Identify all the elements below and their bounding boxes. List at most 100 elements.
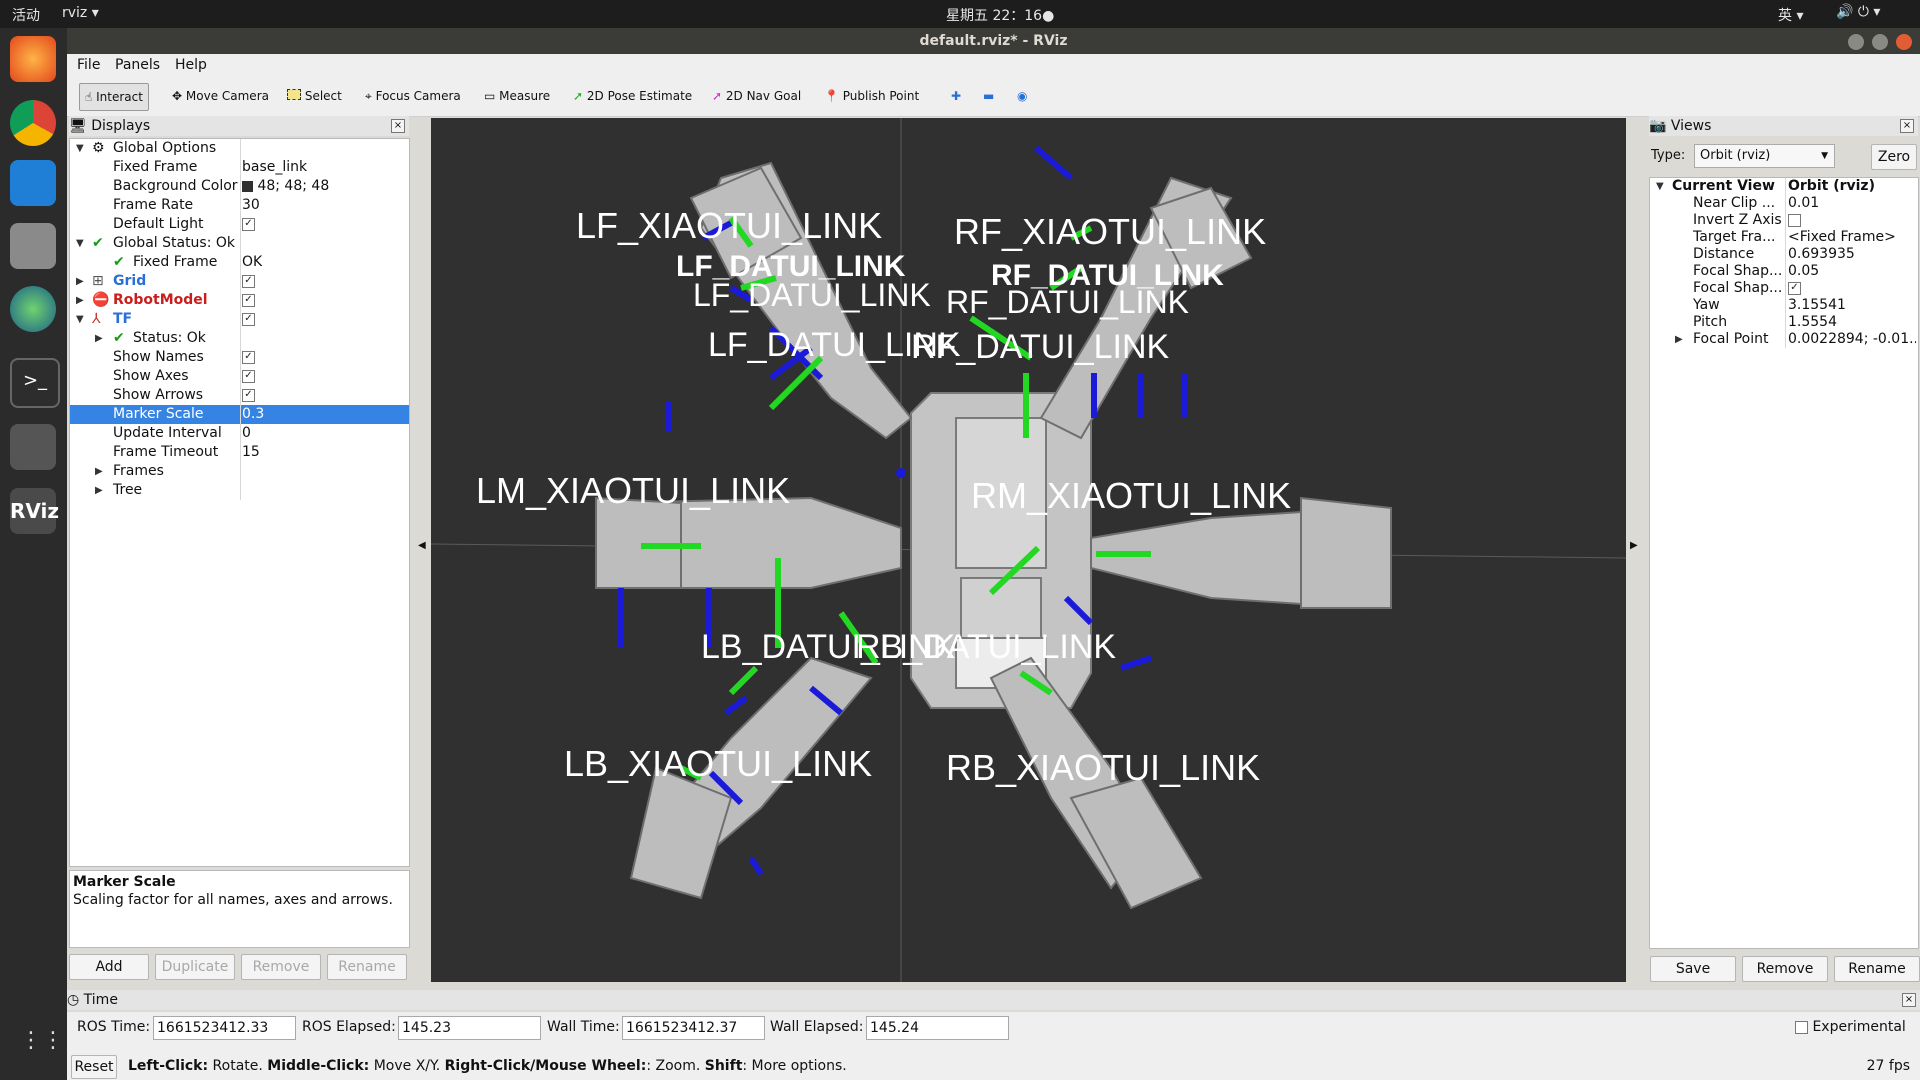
column-divider [240, 139, 241, 500]
close-button[interactable] [1896, 34, 1912, 50]
monitor-icon: 🖥 [69, 118, 87, 134]
toolbar: ☝ Interact ✥ Move Camera Select ⌖ Focus … [67, 78, 1920, 117]
mouse-hint: Left-Click: Rotate. Middle-Click: Move X… [128, 1058, 847, 1074]
select-tool[interactable]: Select [282, 83, 347, 109]
chevron-down-icon: ▼ [1821, 151, 1828, 161]
input-method[interactable]: 英 ▾ [1778, 5, 1803, 25]
default-light-checkbox[interactable]: ✓ [242, 217, 255, 231]
zero-button[interactable]: Zero [1871, 144, 1917, 170]
time-title: Time [83, 992, 118, 1008]
show-axes-checkbox[interactable]: ✓ [242, 369, 255, 383]
view-prop-focal-shape-fixed[interactable]: Focal Shap... ✓ [1650, 280, 1918, 297]
menu-panels[interactable]: Panels [115, 57, 160, 73]
move-camera-tool[interactable]: ✥ Move Camera [167, 83, 274, 109]
left-splitter-arrow[interactable]: ◀ [418, 540, 426, 551]
views-tree[interactable]: ▼ Current View Orbit (rviz) Near Clip ... 0… [1649, 177, 1919, 949]
minimize-button[interactable] [1848, 34, 1865, 50]
tool-properties-icon[interactable]: ◉ [1012, 83, 1032, 109]
displays-tree[interactable]: ▼ ⚙ Global Options Fixed Frame base_link Ba… [69, 138, 410, 867]
views-panel-header: 📷 Views × [1649, 116, 1918, 136]
right-splitter-arrow[interactable]: ▶ [1630, 540, 1638, 551]
blocked-app-icon[interactable] [10, 424, 56, 470]
tf-checkbox[interactable]: ✓ [242, 312, 255, 326]
base-origin [896, 468, 906, 478]
view-prop-invert-z[interactable]: Invert Z Axis [1650, 212, 1918, 229]
vscode-icon[interactable] [10, 160, 56, 206]
color-swatch[interactable] [242, 180, 253, 192]
focus-camera-tool[interactable]: ⌖ Focus Camera [360, 83, 466, 109]
robotmodel-checkbox[interactable]: ✓ [242, 293, 255, 307]
status-bar: Reset Left-Click: Rotate. Middle-Click: … [67, 1055, 1920, 1080]
tf-label-rb-xiaotui: RB_XIAOTUI_LINK [946, 747, 1260, 788]
add-display-button[interactable]: Add [69, 954, 149, 980]
ros-time-label: ROS Time: [77, 1019, 151, 1035]
time-close-button[interactable]: × [1902, 993, 1916, 1007]
terminal-icon[interactable]: >_ [10, 358, 60, 408]
rename-view-button[interactable]: Rename [1834, 956, 1920, 982]
remove-view-button[interactable]: Remove [1742, 956, 1828, 982]
view-prop-target-frame[interactable]: Target Fra... <Fixed Frame> [1650, 229, 1918, 246]
view-prop-focal-shape-size[interactable]: Focal Shap... 0.05 [1650, 263, 1918, 280]
clock[interactable]: 星期五 22：16● [946, 5, 1054, 25]
invert-z-checkbox[interactable] [1788, 213, 1801, 227]
show-names-checkbox[interactable]: ✓ [242, 350, 255, 364]
robot-scene: LF_XIAOTUI_LINK LF_DATUI_LINK LF_DATUI_L… [431, 118, 1626, 982]
nav-goal-tool[interactable]: ➚ 2D Nav Goal [707, 83, 806, 109]
ros-elapsed-field[interactable]: 145.23 [398, 1016, 541, 1040]
cursor-icon: ☝ [85, 90, 93, 104]
desc-title: Marker Scale [73, 874, 176, 890]
system-tray[interactable]: 🔊 ⏻ ▾ [1836, 4, 1880, 20]
show-arrows-checkbox[interactable]: ✓ [242, 388, 255, 402]
fps-readout: 27 fps [1866, 1058, 1910, 1074]
ros-time-field[interactable]: 1661523412.33 [153, 1016, 296, 1040]
view-prop-focal-point[interactable]: ▶ Focal Point 0.0022894; -0.01... [1650, 331, 1918, 348]
view-type-select[interactable]: Orbit (rviz) ▼ [1694, 144, 1835, 168]
tf-label-rf-datui-3: RF_DATUI_LINK [911, 328, 1170, 366]
reset-button[interactable]: Reset [71, 1055, 117, 1079]
wall-time-field[interactable]: 1661523412.37 [622, 1016, 765, 1040]
error-icon: ⛔ [92, 292, 110, 308]
property-description: Marker Scale Scaling factor for all name… [69, 870, 410, 948]
app-menu[interactable]: rviz ▾ [62, 5, 99, 21]
add-tool-icon[interactable]: ✚ [946, 83, 966, 109]
view-prop-yaw[interactable]: Yaw 3.15541 [1650, 297, 1918, 314]
experimental-toggle[interactable]: Experimental [1795, 1019, 1906, 1035]
wall-elapsed-field[interactable]: 145.24 [866, 1016, 1009, 1040]
interact-tool[interactable]: ☝ Interact [79, 83, 149, 111]
view-prop-distance[interactable]: Distance 0.693935 [1650, 246, 1918, 263]
view-prop-pitch[interactable]: Pitch 1.5554 [1650, 314, 1918, 331]
publish-point-tool[interactable]: 📍 Publish Point [819, 83, 924, 109]
menu-file[interactable]: File [77, 57, 100, 73]
tf-label-rf-xiaotui: RF_XIAOTUI_LINK [954, 211, 1266, 252]
grid-icon: ⊞ [92, 273, 104, 289]
tf-label-rf-datui-2: RF_DATUI_LINK [946, 284, 1189, 320]
chrome-icon[interactable] [10, 100, 56, 146]
focal-shape-checkbox[interactable]: ✓ [1788, 281, 1801, 295]
experimental-checkbox[interactable] [1795, 1020, 1808, 1034]
displays-close-button[interactable]: × [391, 119, 405, 133]
menu-help[interactable]: Help [175, 57, 207, 73]
globe-icon[interactable] [10, 286, 56, 332]
power-icon: ⏻ ▾ [1857, 4, 1881, 20]
grid-checkbox[interactable]: ✓ [242, 274, 255, 288]
views-close-button[interactable]: × [1900, 119, 1914, 133]
duplicate-display-button[interactable]: Duplicate [155, 954, 235, 980]
column-divider [1785, 178, 1786, 348]
rename-display-button[interactable]: Rename [327, 954, 407, 980]
maximize-button[interactable] [1872, 34, 1889, 50]
remove-display-button[interactable]: Remove [241, 954, 321, 980]
files-icon[interactable] [10, 223, 56, 269]
current-view-row[interactable]: ▼ Current View Orbit (rviz) [1650, 178, 1918, 195]
activities-button[interactable]: 活动 [12, 5, 40, 25]
green-arrow-icon: ➚ [573, 89, 584, 103]
remove-tool-icon[interactable]: ▬ [978, 83, 999, 109]
measure-tool[interactable]: ▭ Measure [479, 83, 555, 109]
save-view-button[interactable]: Save [1650, 956, 1736, 982]
view-prop-near-clip[interactable]: Near Clip ... 0.01 [1650, 195, 1918, 212]
firefox-icon[interactable] [10, 36, 56, 82]
render-3d-view[interactable]: LF_XIAOTUI_LINK LF_DATUI_LINK LF_DATUI_L… [431, 118, 1626, 982]
pose-estimate-tool[interactable]: ➚ 2D Pose Estimate [568, 83, 697, 109]
check-icon: ✔ [92, 235, 104, 251]
rviz-icon[interactable]: RViz [10, 488, 59, 534]
desc-text: Scaling factor for all names, axes and a… [73, 892, 393, 908]
